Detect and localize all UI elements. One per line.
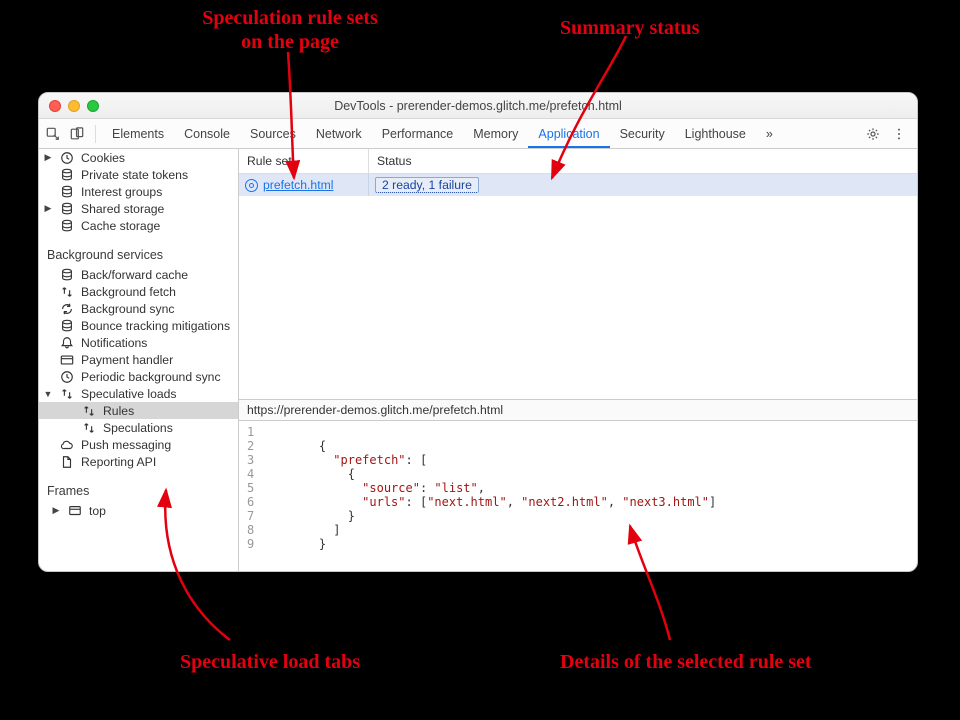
sidebar-item-payment-handler[interactable]: Payment handler	[39, 351, 238, 368]
sidebar-item-cache-storage[interactable]: Cache storage	[39, 217, 238, 234]
sidebar-item-notifications[interactable]: Notifications	[39, 334, 238, 351]
sidebar-item-label: Cookies	[81, 151, 125, 165]
db-icon	[60, 268, 74, 282]
sidebar-item-push-messaging[interactable]: Push messaging	[39, 436, 238, 453]
tab-console[interactable]: Console	[174, 119, 240, 148]
titlebar: DevTools - prerender-demos.glitch.me/pre…	[39, 93, 917, 119]
bell-icon	[60, 336, 74, 350]
sidebar-item-private-state-tokens[interactable]: Private state tokens	[39, 166, 238, 183]
devtools-window: DevTools - prerender-demos.glitch.me/pre…	[38, 92, 918, 572]
file-icon	[60, 455, 74, 469]
inspect-icon[interactable]	[45, 126, 61, 142]
sidebar-item-label: Back/forward cache	[81, 268, 188, 282]
annotation-rule-sets: Speculation rule sets on the page	[160, 6, 420, 54]
db-icon	[60, 202, 74, 216]
tab-security[interactable]: Security	[610, 119, 675, 148]
col-ruleset: Rule set	[239, 149, 369, 173]
application-sidebar: ▶ Cookies Private state tokens Interest gro…	[39, 149, 239, 571]
chevron-icon[interactable]: ▶	[43, 152, 53, 163]
sidebar-item-reporting-api[interactable]: Reporting API	[39, 453, 238, 470]
sidebar-item-label: Private state tokens	[81, 168, 188, 182]
menu-icon[interactable]	[891, 126, 907, 142]
sidebar-item-label: Push messaging	[81, 438, 171, 452]
tab-lighthouse[interactable]: Lighthouse	[675, 119, 756, 148]
ruleset-row[interactable]: prefetch.html 2 ready, 1 failure	[239, 174, 917, 196]
code-viewer: 1 2 3 4 5 6 7 8 9 { "prefetch": [ { "sou…	[239, 421, 917, 571]
sidebar-item-background-sync[interactable]: Background sync	[39, 300, 238, 317]
col-status: Status	[369, 149, 917, 173]
annotation-details: Details of the selected rule set	[560, 650, 812, 674]
tab-performance[interactable]: Performance	[372, 119, 464, 148]
clock-icon	[60, 151, 74, 165]
sidebar-item-label: Reporting API	[81, 455, 156, 469]
sidebar-item-bounce-tracking-mitigations[interactable]: Bounce tracking mitigations	[39, 317, 238, 334]
sync-icon	[60, 302, 74, 316]
clock-icon	[60, 370, 74, 384]
sidebar-item-label: Interest groups	[81, 185, 162, 199]
sidebar-item-label: Speculations	[103, 421, 173, 435]
rules-table: Rule set Status prefetch.html 2 ready, 1…	[239, 149, 917, 399]
db-icon	[60, 168, 74, 182]
sidebar-item-shared-storage[interactable]: ▶ Shared storage	[39, 200, 238, 217]
sidebar-item-label: top	[89, 504, 106, 518]
sidebar-item-label: Notifications	[81, 336, 147, 350]
tab-memory[interactable]: Memory	[463, 119, 528, 148]
tabs-overflow[interactable]: »	[756, 119, 783, 148]
target-icon	[245, 179, 258, 192]
annotation-speculative-tabs: Speculative load tabs	[180, 650, 360, 674]
db-icon	[60, 319, 74, 333]
sidebar-heading-background: Background services	[39, 242, 238, 266]
sidebar-item-periodic-background-sync[interactable]: Periodic background sync	[39, 368, 238, 385]
sidebar-item-label: Bounce tracking mitigations	[81, 319, 230, 333]
sidebar-item-top[interactable]: ▶ top	[47, 502, 238, 519]
sidebar-item-label: Periodic background sync	[81, 370, 221, 384]
card-icon	[60, 353, 74, 367]
sidebar-item-speculative-loads[interactable]: ▼ Speculative loads	[39, 385, 238, 402]
sidebar-item-cookies[interactable]: ▶ Cookies	[39, 149, 238, 166]
devtools-tab-strip: ElementsConsoleSourcesNetworkPerformance…	[39, 119, 917, 149]
ruleset-name: prefetch.html	[263, 178, 333, 192]
sidebar-item-label: Speculative loads	[81, 387, 177, 401]
db-icon	[60, 185, 74, 199]
sidebar-item-background-fetch[interactable]: Background fetch	[39, 283, 238, 300]
chevron-icon[interactable]: ▶	[43, 203, 53, 214]
sidebar-item-rules[interactable]: Rules	[39, 402, 238, 419]
rules-pane: Rule set Status prefetch.html 2 ready, 1…	[239, 149, 917, 571]
db-icon	[60, 219, 74, 233]
chevron-icon[interactable]: ▼	[43, 389, 53, 399]
tab-network[interactable]: Network	[306, 119, 372, 148]
sidebar-item-label: Payment handler	[81, 353, 173, 367]
ruleset-url: https://prerender-demos.glitch.me/prefet…	[239, 399, 917, 421]
arrows-icon	[60, 285, 74, 299]
settings-icon[interactable]	[865, 126, 881, 142]
sidebar-item-label: Rules	[103, 404, 134, 418]
sidebar-item-back-forward-cache[interactable]: Back/forward cache	[39, 266, 238, 283]
chevron-icon[interactable]: ▶	[51, 505, 61, 516]
tab-sources[interactable]: Sources	[240, 119, 306, 148]
cloud-icon	[60, 438, 74, 452]
annotation-summary-status: Summary status	[560, 16, 699, 40]
status-chip[interactable]: 2 ready, 1 failure	[375, 177, 479, 193]
sidebar-item-label: Cache storage	[81, 219, 160, 233]
tab-elements[interactable]: Elements	[102, 119, 174, 148]
sidebar-item-label: Background fetch	[81, 285, 176, 299]
code-source: { "prefetch": [ { "source": "list", "url…	[268, 425, 716, 563]
window-title: DevTools - prerender-demos.glitch.me/pre…	[39, 99, 917, 113]
code-gutter: 1 2 3 4 5 6 7 8 9	[247, 425, 268, 563]
sidebar-heading-frames: Frames	[39, 478, 238, 502]
arrows-icon	[60, 387, 74, 401]
arrows-icon	[82, 404, 96, 418]
sidebar-item-label: Shared storage	[81, 202, 164, 216]
tab-application[interactable]: Application	[528, 119, 609, 148]
sidebar-item-speculations[interactable]: Speculations	[39, 419, 238, 436]
sidebar-item-interest-groups[interactable]: Interest groups	[39, 183, 238, 200]
sidebar-item-label: Background sync	[81, 302, 175, 316]
frame-icon	[68, 504, 82, 518]
device-toggle-icon[interactable]	[69, 126, 85, 142]
arrows-icon	[82, 421, 96, 435]
